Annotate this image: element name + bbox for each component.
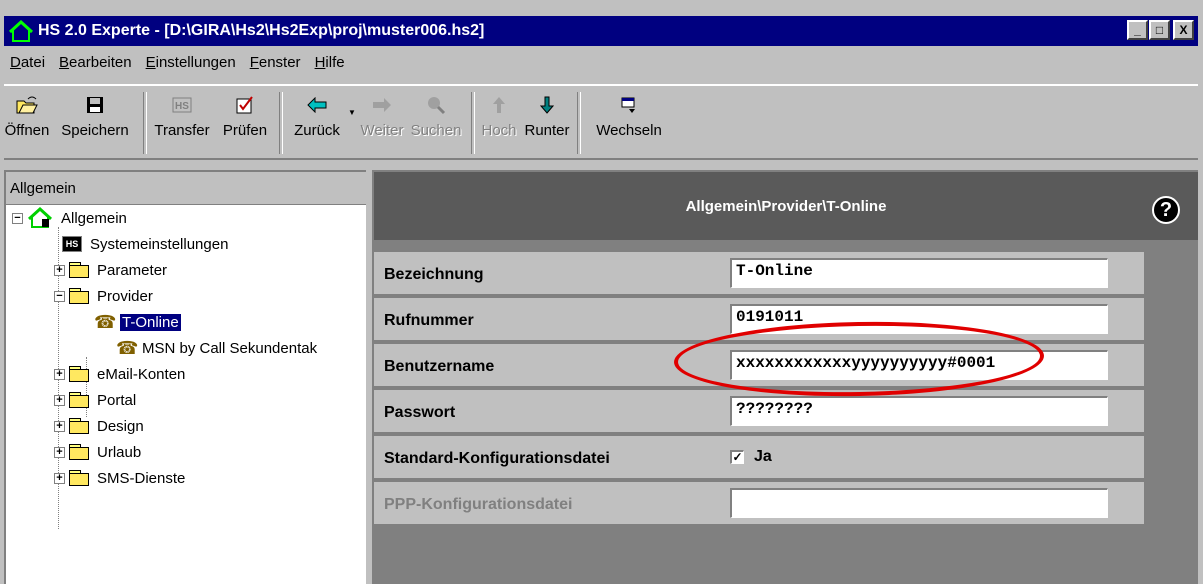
- properties-panel: Allgemein\Provider\T-Online ? Bezeichnun…: [372, 170, 1198, 584]
- back-dropdown-icon[interactable]: ▼: [348, 86, 360, 117]
- arrow-right-icon: [371, 94, 393, 116]
- collapse-icon[interactable]: −: [12, 212, 23, 224]
- close-button[interactable]: X: [1173, 20, 1194, 40]
- minimize-button[interactable]: _: [1127, 20, 1148, 40]
- open-button[interactable]: Öffnen: [4, 86, 50, 156]
- switch-button[interactable]: Wechseln: [584, 86, 674, 156]
- menu-bar: Datei Bearbeiten Einstellungen Fenster H…: [4, 48, 353, 76]
- transfer-button[interactable]: HS Transfer: [150, 86, 214, 156]
- phone-icon: ☎: [116, 338, 139, 358]
- open-folder-icon: [16, 94, 38, 116]
- property-passwort: Passwort ????????: [374, 390, 1144, 434]
- save-button[interactable]: Speichern: [50, 86, 140, 156]
- menu-hilfe[interactable]: Hilfe: [309, 54, 353, 71]
- passwort-field[interactable]: ????????: [730, 396, 1108, 426]
- tree-item-systemeinstellungen[interactable]: HS Systemeinstellungen: [62, 231, 228, 257]
- panel-path: Allgemein\Provider\T-Online: [685, 197, 887, 215]
- house-icon: [8, 19, 34, 42]
- arrow-up-icon: [488, 94, 510, 116]
- tree-header: Allgemein: [6, 172, 366, 205]
- expand-icon[interactable]: +: [54, 420, 65, 432]
- hs-transfer-icon: HS: [171, 94, 193, 116]
- tree-item-parameter[interactable]: + Parameter: [54, 257, 167, 283]
- folder-icon: [69, 262, 91, 278]
- magnifier-icon: [425, 94, 447, 116]
- checklist-icon: [234, 94, 256, 116]
- tree-item-provider[interactable]: − Provider: [54, 283, 153, 309]
- tree-item-email-konten[interactable]: + eMail-Konten: [54, 361, 185, 387]
- menu-bearbeiten[interactable]: Bearbeiten: [53, 54, 140, 71]
- tree-item-urlaub[interactable]: + Urlaub: [54, 439, 141, 465]
- toolbar-separator: [143, 92, 147, 154]
- menu-fenster[interactable]: Fenster: [244, 54, 309, 71]
- expand-icon[interactable]: +: [54, 394, 65, 406]
- tree-item-t-online[interactable]: ☎ T-Online: [94, 309, 181, 335]
- property-standard-konfigurationsdatei: Standard-Konfigurationsdatei ✓ Ja: [374, 436, 1144, 480]
- tree-item-design[interactable]: + Design: [54, 413, 144, 439]
- property-benutzername: Benutzername xxxxxxxxxxxxyyyyyyyyyy#0001: [374, 344, 1144, 388]
- forward-button[interactable]: Weiter: [360, 86, 404, 156]
- folder-icon: [69, 444, 91, 460]
- folder-icon: [69, 418, 91, 434]
- panel-header: Allgemein\Provider\T-Online ?: [374, 172, 1198, 240]
- toolbar: Öffnen Speichern HS Transfer Prüfen Zurü…: [4, 84, 1198, 160]
- folder-icon: [69, 392, 91, 408]
- phone-icon: ☎: [94, 312, 117, 332]
- toolbar-separator: [471, 92, 475, 154]
- expand-icon[interactable]: +: [54, 264, 65, 276]
- folder-open-icon: [69, 288, 91, 304]
- navigation-tree-panel: Allgemein − Allgemein HS Systemeinstellu…: [4, 170, 366, 584]
- expand-icon[interactable]: +: [54, 472, 65, 484]
- toolbar-separator: [577, 92, 581, 154]
- property-ppp-konfigurationsdatei: PPP-Konfigurationsdatei: [374, 482, 1144, 526]
- rufnummer-field[interactable]: 0191011: [730, 304, 1108, 334]
- maximize-button[interactable]: □: [1149, 20, 1170, 40]
- tree-item-portal[interactable]: + Portal: [54, 387, 136, 413]
- expand-icon[interactable]: +: [54, 368, 65, 380]
- window-title: HS 2.0 Experte - [D:\GIRA\Hs2\Hs2Exp\pro…: [38, 22, 485, 39]
- window-switch-icon: [618, 94, 640, 116]
- menu-datei[interactable]: Datei: [4, 54, 53, 71]
- collapse-icon[interactable]: −: [54, 290, 65, 302]
- arrow-down-icon: [536, 94, 558, 116]
- down-button[interactable]: Runter: [520, 86, 574, 156]
- toolbar-separator: [279, 92, 283, 154]
- back-button[interactable]: Zurück: [286, 86, 348, 156]
- svg-text:HS: HS: [175, 101, 189, 112]
- tree-item-msn-by-call[interactable]: ☎ MSN by Call Sekundentak: [116, 335, 317, 361]
- floppy-disk-icon: [84, 94, 106, 116]
- house-icon: [27, 207, 53, 228]
- arrow-left-icon: [306, 94, 328, 116]
- tree-item-allgemein[interactable]: − Allgemein: [12, 205, 127, 231]
- hs-icon: HS: [62, 236, 82, 252]
- benutzername-field[interactable]: xxxxxxxxxxxxyyyyyyyyyy#0001: [730, 350, 1108, 380]
- folder-icon: [69, 470, 91, 486]
- ppp-config-field[interactable]: [730, 488, 1108, 518]
- check-button[interactable]: Prüfen: [214, 86, 276, 156]
- expand-icon[interactable]: +: [54, 446, 65, 458]
- menu-einstellungen[interactable]: Einstellungen: [140, 54, 244, 71]
- help-icon[interactable]: ?: [1152, 196, 1180, 224]
- title-bar[interactable]: HS 2.0 Experte - [D:\GIRA\Hs2\Hs2Exp\pro…: [4, 16, 1198, 46]
- bezeichnung-field[interactable]: T-Online: [730, 258, 1108, 288]
- tree-item-sms-dienste[interactable]: + SMS-Dienste: [54, 465, 185, 491]
- up-button[interactable]: Hoch: [478, 86, 520, 156]
- standard-config-checkbox[interactable]: ✓: [730, 450, 744, 464]
- property-bezeichnung: Bezeichnung T-Online: [374, 252, 1144, 296]
- property-rufnummer: Rufnummer 0191011: [374, 298, 1144, 342]
- folder-icon: [69, 366, 91, 382]
- application-window: HS 2.0 Experte - [D:\GIRA\Hs2\Hs2Exp\pro…: [0, 0, 1203, 584]
- search-button[interactable]: Suchen: [404, 86, 468, 156]
